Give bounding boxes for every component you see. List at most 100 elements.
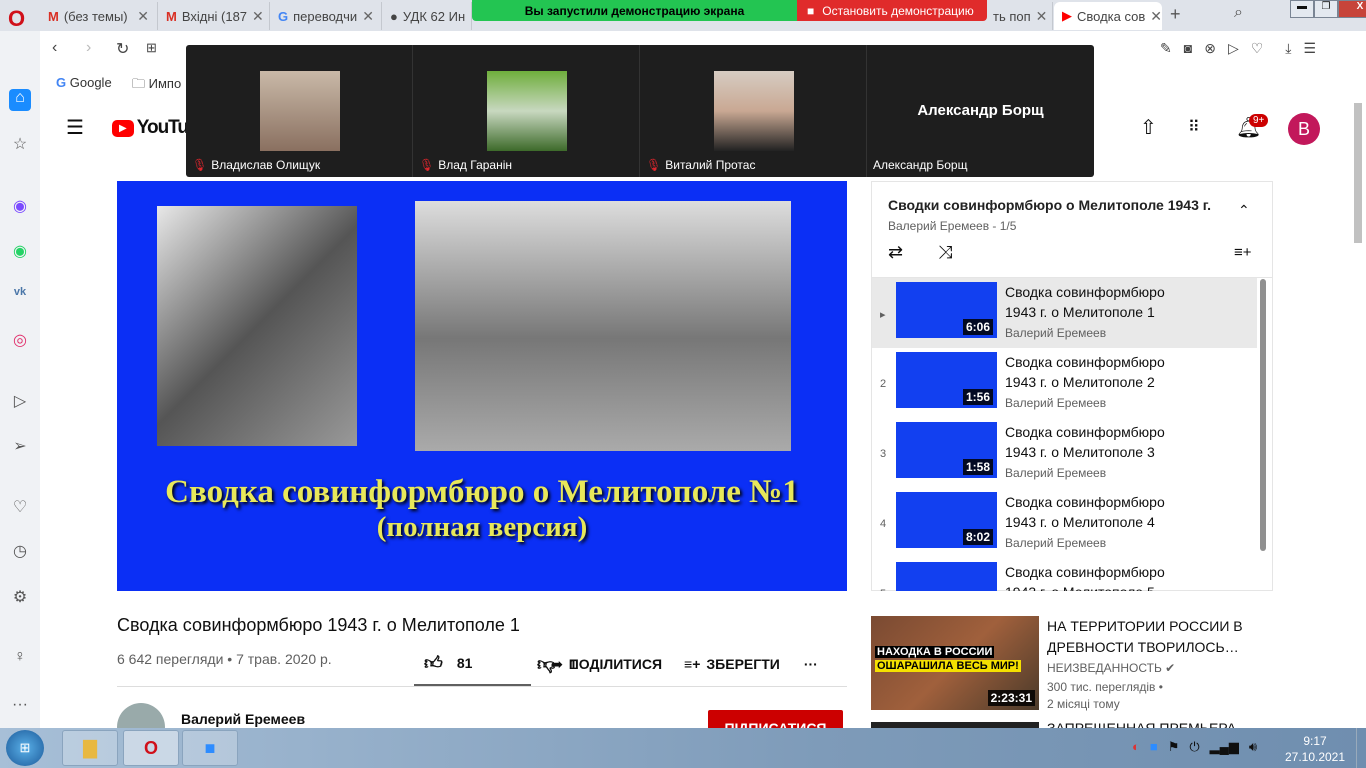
tab[interactable]: M (без темы) ✕: [40, 2, 158, 30]
participant-tile[interactable]: Александр Борщ Александр Борщ: [867, 45, 1094, 177]
close-icon[interactable]: ✕: [1150, 8, 1162, 25]
power-icon[interactable]: ⏻: [1189, 739, 1199, 755]
recommended-age: 2 місяці тому: [1047, 697, 1120, 711]
loop-icon[interactable]: ⇄: [888, 242, 903, 263]
zoom-taskbar-button[interactable]: ■: [182, 730, 238, 766]
stop-share-button[interactable]: ■ Остановить демонстрацию: [797, 0, 987, 21]
close-window-button[interactable]: X: [1338, 0, 1366, 18]
channel-name: НЕИЗВЕДАННОСТЬ: [1047, 661, 1162, 675]
playlist-item[interactable]: 4 8:02 Сводка совинформбюро 1943 г. о Мели…: [872, 488, 1257, 558]
playlist-item[interactable]: 2 1:56 Сводка совинформбюро 1943 г. о Мели…: [872, 348, 1257, 418]
pin-icon[interactable]: ✎: [1160, 40, 1172, 57]
vk-icon[interactable]: vk: [9, 286, 31, 308]
playlist-item[interactable]: ▸ 6:06 Сводка совинформбюро 1943 г. о Мели…: [872, 278, 1257, 348]
bookmark-google[interactable]: G Google: [56, 75, 112, 90]
zoom-participants-strip: 🎙︎ Владислав Олищук 🎙︎ Влад Гаранін 🎙︎ Вита…: [186, 45, 1094, 177]
video-title: Сводка совинформбюро 1943 г. о Мелитопол…: [117, 615, 520, 635]
tab[interactable]: ● УДК 62 Ин: [382, 2, 472, 30]
item-index: 5: [880, 588, 886, 591]
close-icon[interactable]: ✕: [252, 8, 264, 25]
playlist-title[interactable]: Сводки совинформбюро о Мелитополе 1943 г…: [888, 197, 1211, 213]
menu-icon[interactable]: ☰: [66, 115, 84, 140]
gmail-icon: M: [48, 8, 59, 24]
notification-badge: 9+: [1249, 114, 1269, 127]
camera-icon[interactable]: ◙: [1184, 40, 1192, 57]
player-icon[interactable]: ▷: [9, 391, 31, 413]
duration: 8:02: [962, 529, 993, 545]
show-desktop-button[interactable]: [1356, 728, 1366, 768]
like-button[interactable]: 👍︎ 81: [414, 642, 531, 686]
action-center-flag-icon[interactable]: ⚑: [1168, 739, 1180, 755]
thumbnail: 1:58: [896, 422, 997, 478]
send-icon[interactable]: ➢: [9, 436, 31, 458]
start-button[interactable]: ⊞: [6, 730, 44, 766]
heart-icon[interactable]: ♡: [9, 497, 31, 519]
heart-icon[interactable]: ♡: [1251, 40, 1264, 57]
video-player[interactable]: Сводка совинформбюро о Мелитополе №1 (по…: [117, 181, 847, 591]
ccleaner-icon[interactable]: ◐: [1132, 739, 1140, 755]
opera-taskbar-button[interactable]: O: [123, 730, 179, 766]
more-actions-icon[interactable]: ···: [804, 656, 818, 672]
recommended-thumbnail[interactable]: НАХОДКА В РОССИИ ОШАРАШИЛА ВЕСЬ МИР! 2:2…: [871, 616, 1039, 710]
opera-logo[interactable]: O: [8, 6, 25, 32]
participant-tile[interactable]: 🎙︎ Влад Гаранін: [413, 45, 640, 177]
save-button[interactable]: ≡+ ЗБЕРЕГТИ: [684, 656, 780, 672]
page-scrollbar[interactable]: [1354, 103, 1362, 243]
home-icon[interactable]: ⌂: [9, 89, 31, 111]
tab-active[interactable]: ▶ Сводка сов ✕: [1054, 2, 1162, 30]
volume-icon[interactable]: 🔊︎: [1249, 739, 1257, 755]
back-icon[interactable]: ‹: [52, 39, 57, 57]
participant-tile[interactable]: 🎙︎ Владислав Олищук: [186, 45, 413, 177]
recommended-title[interactable]: НА ТЕРРИТОРИИ РОССИИ В ДРЕВНОСТИ ТВОРИЛО…: [1047, 616, 1247, 658]
lightbulb-icon[interactable]: ♀: [9, 648, 31, 670]
clock[interactable]: 9:17 27.10.2021: [1280, 733, 1350, 765]
playlist-add-icon: ≡+: [684, 656, 701, 672]
collapse-chevron-icon[interactable]: ⌃: [1238, 202, 1250, 219]
zoom-tray-icon[interactable]: ■: [1150, 739, 1158, 755]
recommended-title[interactable]: ЗАПРЕЩЕННАЯ ПРЕМЬЕРА...: [1047, 721, 1248, 728]
video-overlay-subtitle: (полная версия): [376, 511, 588, 543]
participant-video: [714, 71, 794, 151]
playlist-item[interactable]: 5 Сводка совинформбюро 1943 г. о Мелитопо…: [872, 558, 1257, 591]
tab[interactable]: M Вхідні (187 ✕: [158, 2, 270, 30]
easy-setup-icon[interactable]: ☰: [1303, 40, 1316, 57]
star-icon[interactable]: ☆: [9, 134, 31, 156]
share-button[interactable]: ➦ ПОДІЛИТИСЯ: [551, 656, 662, 673]
bookmark-folder[interactable]: 🗀 Импо: [132, 75, 181, 97]
forward-icon[interactable]: ›: [86, 39, 91, 57]
tab[interactable]: ть поп ✕: [985, 2, 1053, 30]
divider: [117, 686, 847, 687]
maximize-button[interactable]: ❐: [1314, 0, 1338, 18]
playlist-panel: Сводки совинформбюро о Мелитополе 1943 г…: [871, 181, 1273, 591]
messenger-icon[interactable]: ◉: [9, 196, 31, 218]
apps-icon[interactable]: ⠿: [1188, 117, 1200, 137]
more-icon[interactable]: ···: [9, 696, 31, 718]
reload-icon[interactable]: ↻: [116, 39, 129, 59]
recommended-channel[interactable]: НЕИЗВЕДАННОСТЬ ✔: [1047, 661, 1175, 675]
settings-icon[interactable]: ⚙: [9, 587, 31, 609]
close-icon[interactable]: ✕: [137, 8, 149, 25]
close-icon[interactable]: ✕: [1036, 8, 1048, 25]
send-icon[interactable]: ▷: [1228, 40, 1239, 57]
channel-name[interactable]: Валерий Еремеев: [181, 711, 305, 727]
whatsapp-icon[interactable]: ◉: [9, 241, 31, 263]
history-icon[interactable]: ◷: [9, 541, 31, 563]
explorer-taskbar-button[interactable]: ▇: [62, 730, 118, 766]
upload-icon[interactable]: ⇧: [1140, 115, 1157, 140]
speed-dial-icon[interactable]: ⊞: [146, 40, 157, 56]
save-playlist-icon[interactable]: ≡+: [1234, 244, 1252, 261]
adblock-icon[interactable]: ⊗: [1204, 40, 1216, 57]
minimize-button[interactable]: ▬: [1290, 0, 1314, 18]
participant-video: [260, 71, 340, 151]
avatar[interactable]: B: [1288, 113, 1320, 145]
shuffle-icon[interactable]: ⤨: [938, 242, 952, 263]
download-icon[interactable]: ⤓: [1285, 40, 1291, 57]
instagram-icon[interactable]: ◎: [9, 330, 31, 352]
new-tab-button[interactable]: +: [1170, 4, 1181, 25]
playlist-item[interactable]: 3 1:58 Сводка совинформбюро 1943 г. о Мели…: [872, 418, 1257, 488]
participant-tile[interactable]: 🎙︎ Виталий Протас: [640, 45, 867, 177]
close-icon[interactable]: ✕: [362, 8, 374, 25]
network-icon[interactable]: ▂▄▆: [1210, 739, 1239, 755]
search-tabs-icon[interactable]: ⌕: [1234, 4, 1243, 22]
tab[interactable]: Gпереводчи ✕: [270, 2, 382, 30]
